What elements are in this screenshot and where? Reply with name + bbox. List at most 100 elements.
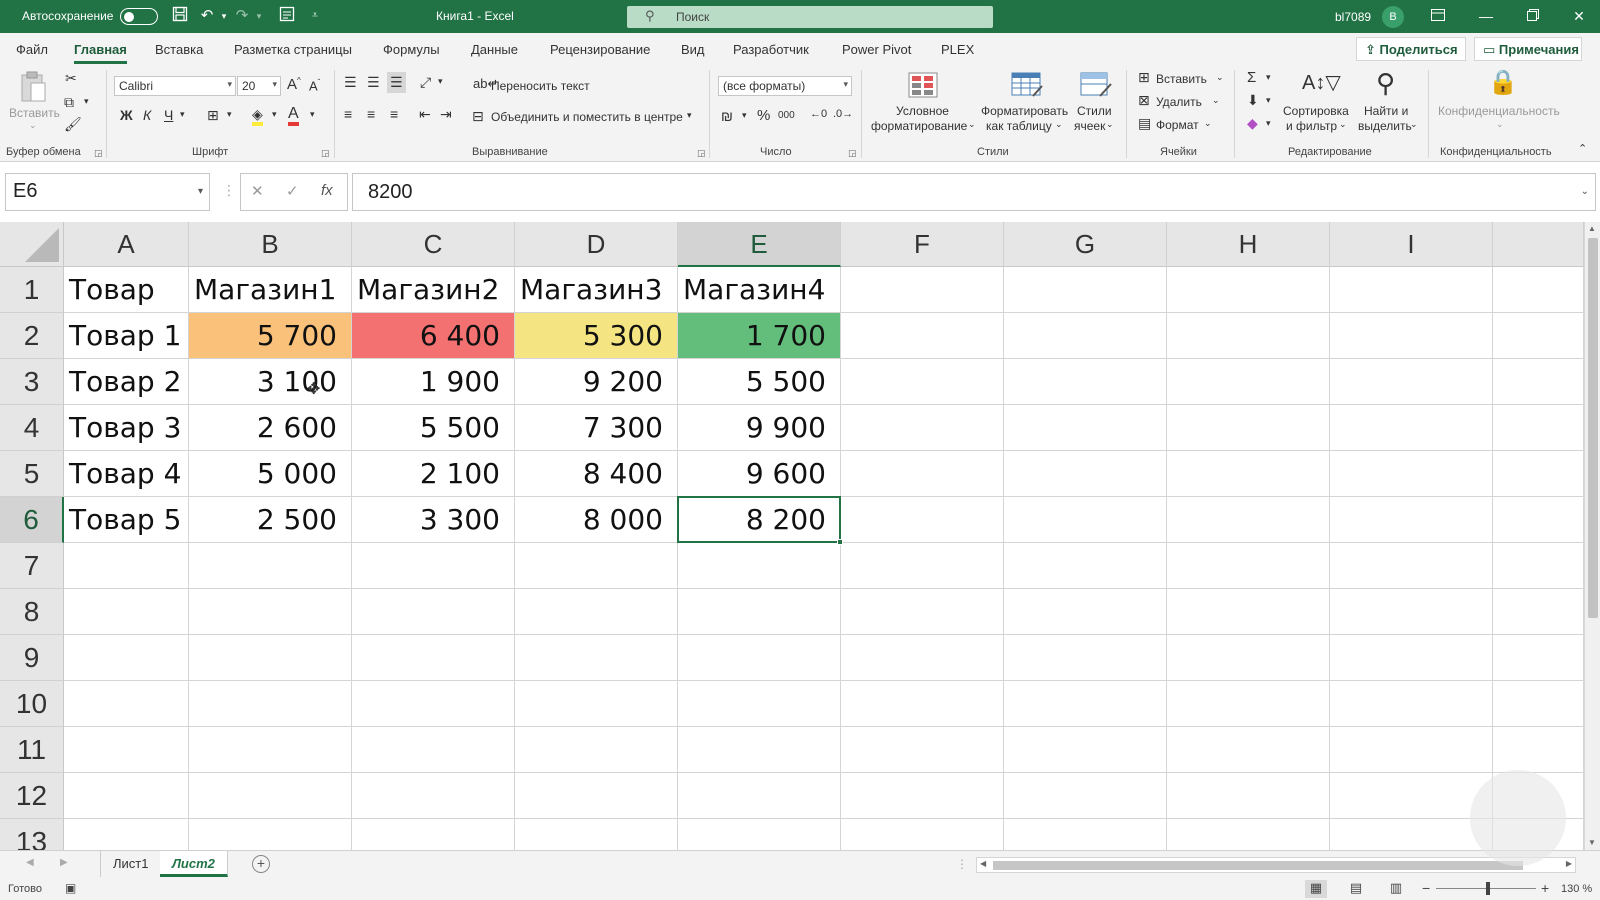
cell-d6[interactable]: 8 000 — [515, 497, 678, 543]
cell-c8[interactable] — [352, 589, 515, 635]
cell-a2[interactable]: Товар 1 — [64, 313, 189, 359]
cell-a12[interactable] — [64, 773, 189, 819]
cell-c4[interactable]: 5 500 — [352, 405, 515, 451]
cell-e7[interactable] — [678, 543, 841, 589]
autosum-dropdown-icon[interactable]: ▾ — [1266, 72, 1271, 83]
bold-button[interactable]: Ж — [120, 107, 133, 123]
format-cells-icon[interactable]: ▤ — [1138, 115, 1151, 132]
find-select-icon[interactable]: ⚲ — [1376, 68, 1395, 99]
cell-styles-icon[interactable] — [1080, 72, 1112, 102]
save-icon[interactable] — [170, 6, 190, 26]
cell-c11[interactable] — [352, 727, 515, 773]
cell-d1[interactable]: Магазин3 — [515, 267, 678, 313]
cell-d8[interactable] — [515, 589, 678, 635]
conditional-dropdown-icon[interactable]: ⌄ — [968, 119, 976, 130]
row-header-5[interactable]: 5 — [0, 451, 64, 497]
cell-d12[interactable] — [515, 773, 678, 819]
cell-b12[interactable] — [189, 773, 352, 819]
select-all-button[interactable] — [0, 222, 64, 267]
row-header-13[interactable]: 13 — [0, 819, 64, 850]
borders-icon[interactable]: ⊞ — [207, 107, 219, 124]
underline-dropdown-icon[interactable]: ▾ — [180, 109, 185, 120]
cell-g11[interactable] — [1004, 727, 1167, 773]
column-header-b[interactable]: B — [189, 222, 352, 267]
format-as-table-icon[interactable] — [1011, 72, 1043, 102]
scroll-up-icon[interactable]: ▲ — [1588, 224, 1596, 233]
format-painter-icon[interactable]: 🖌 — [64, 116, 82, 133]
cell-i6[interactable] — [1330, 497, 1493, 543]
cell-d3[interactable]: 9 200 — [515, 359, 678, 405]
row-header-3[interactable]: 3 — [0, 359, 64, 405]
cell-h10[interactable] — [1167, 681, 1330, 727]
cell-c6[interactable]: 3 300 — [352, 497, 515, 543]
sort-filter-icon[interactable]: A↕▽ — [1302, 70, 1341, 95]
privacy-button[interactable]: Конфиденциальность — [1438, 104, 1560, 118]
font-color-icon[interactable]: A — [288, 105, 299, 126]
spreadsheet-grid[interactable]: A B C D E F G H I 1 Товар Магазин1 Магазин2 Магазин3 М… — [0, 222, 1584, 850]
zoom-in-icon[interactable]: + — [1541, 880, 1549, 896]
fill-color-icon[interactable]: ◈ — [252, 106, 263, 126]
cell-g7[interactable] — [1004, 543, 1167, 589]
copy-dropdown-icon[interactable]: ▾ — [84, 96, 89, 107]
tab-page-layout[interactable]: Разметка страницы — [234, 42, 352, 57]
merge-center-button[interactable]: Объединить и поместить в центре — [491, 110, 683, 124]
increase-indent-icon[interactable]: ⇥ — [440, 106, 452, 123]
cell-i7[interactable] — [1330, 543, 1493, 589]
cell-filler[interactable] — [1493, 589, 1584, 635]
cell-f6[interactable] — [841, 497, 1004, 543]
cell-i5[interactable] — [1330, 451, 1493, 497]
sheet-tab-2[interactable]: Лист2 — [160, 851, 228, 877]
fill-icon[interactable]: ⬇ — [1247, 92, 1259, 109]
clear-dropdown-icon[interactable]: ▾ — [1266, 118, 1271, 129]
cell-filler[interactable] — [1493, 405, 1584, 451]
search-box[interactable]: ⚲ Поиск — [627, 6, 993, 28]
orientation-dropdown-icon[interactable]: ▾ — [438, 76, 443, 87]
cell-c1[interactable]: Магазин2 — [352, 267, 515, 313]
tab-review[interactable]: Рецензирование — [550, 42, 650, 57]
cell-e6[interactable]: 8 200 — [678, 497, 841, 543]
share-button[interactable]: ⇪ Поделиться — [1356, 37, 1466, 61]
cell-c3[interactable]: 1 900 — [352, 359, 515, 405]
cell-h4[interactable] — [1167, 405, 1330, 451]
cell-b8[interactable] — [189, 589, 352, 635]
cell-e10[interactable] — [678, 681, 841, 727]
cell-d9[interactable] — [515, 635, 678, 681]
cell-a13[interactable] — [64, 819, 189, 850]
cell-a8[interactable] — [64, 589, 189, 635]
cell-d11[interactable] — [515, 727, 678, 773]
scroll-down-icon[interactable]: ▼ — [1588, 838, 1596, 847]
cell-i10[interactable] — [1330, 681, 1493, 727]
cell-b3[interactable]: 3 100 — [189, 359, 352, 405]
number-launcher-icon[interactable]: ◲ — [848, 148, 857, 159]
cell-i1[interactable] — [1330, 267, 1493, 313]
number-format-select[interactable]: (все форматы) ▾ — [718, 76, 852, 96]
cell-f2[interactable] — [841, 313, 1004, 359]
tab-formulas[interactable]: Формулы — [383, 42, 440, 57]
vertical-scrollbar[interactable]: ▲ ▼ — [1584, 222, 1600, 850]
find-dropdown-icon[interactable]: ⌄ — [1410, 119, 1418, 130]
paste-dropdown-icon[interactable]: ⌄ — [29, 120, 37, 131]
cell-f10[interactable] — [841, 681, 1004, 727]
clipboard-launcher-icon[interactable]: ◲ — [94, 148, 103, 159]
delete-cells-button[interactable]: Удалить — [1156, 95, 1202, 109]
cell-h1[interactable] — [1167, 267, 1330, 313]
cell-e8[interactable] — [678, 589, 841, 635]
find-select-label-2[interactable]: выделить — [1358, 119, 1412, 133]
cell-f1[interactable] — [841, 267, 1004, 313]
fill-dropdown-icon[interactable]: ▾ — [1266, 95, 1271, 106]
privacy-icon[interactable]: 🔒 — [1488, 68, 1518, 97]
wrap-text-button[interactable]: Переносить текст — [491, 79, 590, 93]
cell-filler[interactable] — [1493, 681, 1584, 727]
insert-cells-icon[interactable]: ⊞ — [1138, 69, 1150, 86]
currency-icon[interactable]: ₪ — [721, 108, 733, 124]
cell-b1[interactable]: Магазин1 — [189, 267, 352, 313]
column-header-c[interactable]: C — [352, 222, 515, 267]
cell-a1[interactable]: Товар — [64, 267, 189, 313]
format-as-table-label-1[interactable]: Форматировать — [981, 104, 1068, 118]
cell-d4[interactable]: 7 300 — [515, 405, 678, 451]
row-header-1[interactable]: 1 — [0, 267, 64, 313]
cell-i8[interactable] — [1330, 589, 1493, 635]
row-header-9[interactable]: 9 — [0, 635, 64, 681]
add-sheet-icon[interactable]: + — [252, 855, 270, 873]
column-header-d[interactable]: D — [515, 222, 678, 267]
